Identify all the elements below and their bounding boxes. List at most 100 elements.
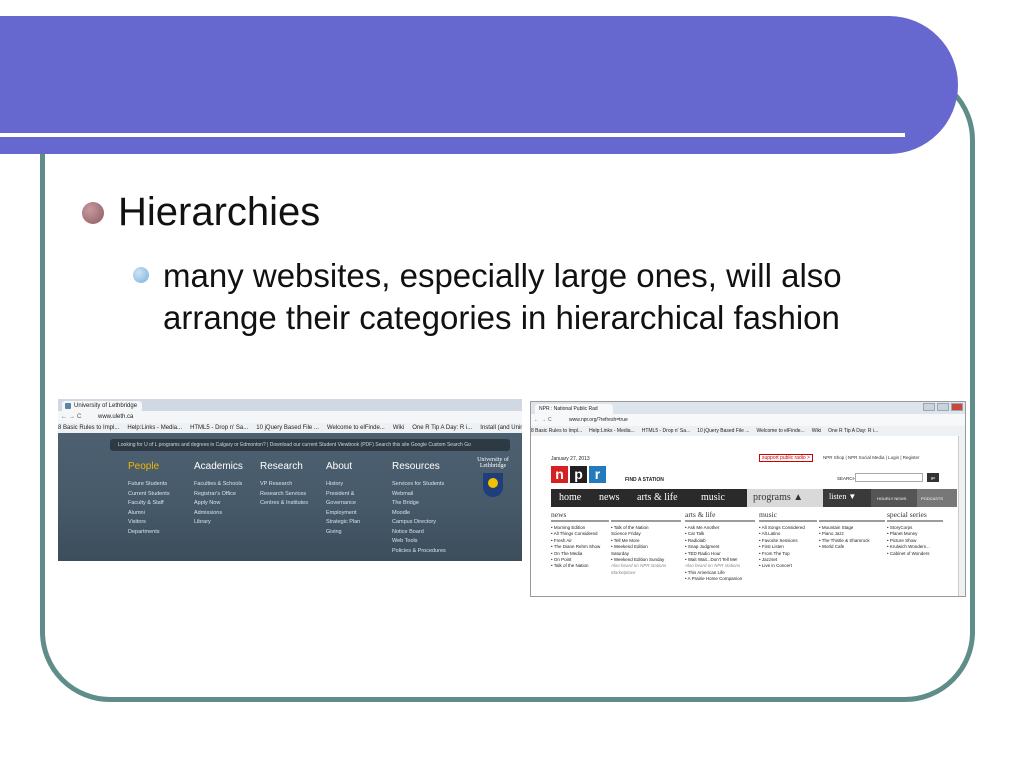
search-label: SEARCH [837,476,856,481]
npr-screenshot: NPR : National Public Rad www.npr.org/?r… [530,401,966,597]
npr-program-link[interactable]: • Talk of the Nation [551,563,609,569]
maximize-icon[interactable] [937,403,949,411]
npr-nav-item[interactable]: HOURLY NEWS [877,496,906,501]
uleth-nav-link[interactable]: Webmail [392,490,446,500]
bookmark-link[interactable]: 10 jQuery Based File ... [256,425,319,431]
npr-nav-item[interactable]: music [701,492,725,503]
npr-section-column: • Mountain Stage • Piano Jazz • The Thistl… [819,510,885,551]
uleth-nav-link[interactable]: Notice Board [392,528,446,538]
uleth-nav-column: Academics Faculties & Schools Registrar's … [194,461,243,528]
npr-program-link[interactable]: • A Prairie Home Companion [685,576,755,582]
npr-nav-item[interactable]: home [559,492,581,503]
browser-tab[interactable]: University of Lethbridge [62,401,142,411]
uleth-nav-link[interactable]: Governance [326,499,360,509]
uleth-nav-link[interactable]: Faculty & Staff [128,499,170,509]
uleth-nav-link[interactable]: Employment [326,509,360,519]
uleth-nav-link[interactable]: Future Students [128,480,170,490]
npr-nav-item[interactable]: arts & life [637,492,678,503]
uleth-nav-link[interactable]: Departments [128,528,170,538]
bookmark-link[interactable]: 8 Basic Rules to Impl... [531,428,582,434]
uleth-search-strip[interactable]: Looking for U of L programs and degrees … [110,439,510,451]
uleth-nav-link[interactable]: Policies & Procedures [392,547,446,557]
scrollbar[interactable] [958,436,965,596]
uleth-nav-link[interactable]: Current Students [128,490,170,500]
browser-tab[interactable]: NPR : National Public Rad [535,404,613,414]
support-link[interactable]: support public radio > [759,454,813,462]
bookmark-link[interactable]: Help:Links - Media... [127,425,182,431]
npr-section-heading[interactable]: arts & life [685,510,755,522]
uleth-nav-heading[interactable]: Academics [194,461,243,472]
npr-program-link[interactable]: • Cabinet of Wonders [887,551,943,557]
go-button[interactable]: go [927,473,939,482]
uleth-nav-link[interactable]: Services for Students [392,480,446,490]
close-icon[interactable] [951,403,963,411]
npr-util-links[interactable]: NPR Shop | NPR Social Media | Login | Re… [823,455,920,460]
uleth-nav-link[interactable]: Campus Directory [392,518,446,528]
npr-section-column: special series • StoryCorps • Planet Money… [887,510,943,557]
npr-program-link[interactable]: Marketplace [611,570,681,576]
banner-divider [0,133,905,137]
bookmark-link[interactable]: HTML5 - Drop n' Sa... [190,425,248,431]
uleth-nav-link[interactable]: The Bridge [392,499,446,509]
bookmark-link[interactable]: HTML5 - Drop n' Sa... [642,428,690,434]
npr-nav-item[interactable]: listen ▼ [829,492,856,501]
address-bar[interactable]: www.uleth.ca [58,411,522,423]
bookmark-link[interactable]: Wiki [393,425,404,431]
sub-bullet-dot-icon [133,267,149,283]
uleth-nav-link[interactable]: Registrar's Office [194,490,243,500]
npr-nav-item[interactable]: news [599,492,620,503]
npr-date: January 27, 2013 [551,456,590,462]
uleth-nav-link[interactable]: Visitors [128,518,170,528]
bookmark-link[interactable]: 8 Basic Rules to Impl... [58,425,119,431]
uleth-nav-link[interactable]: Giving [326,528,360,538]
bookmark-link[interactable]: Wiki [812,428,821,434]
uleth-nav-link[interactable]: VP Research [260,480,308,490]
uleth-nav-heading[interactable]: Research [260,461,308,472]
npr-program-link[interactable]: • World Cafe [819,544,885,550]
npr-nav-item[interactable]: programs ▲ [753,492,803,503]
uleth-nav-heading[interactable]: About [326,461,360,472]
uleth-nav-link[interactable]: Library [194,518,243,528]
uleth-nav-heading[interactable]: Resources [392,461,446,472]
uleth-nav-link[interactable]: Apply Now [194,499,243,509]
minimize-icon[interactable] [923,403,935,411]
bullet-level1: Hierarchies [82,190,320,235]
npr-nav-item[interactable]: PODCASTS [921,496,943,501]
uleth-nav-link[interactable]: Web Tools [392,537,446,547]
bookmark-link[interactable]: One R Tip A Day: R i... [828,428,878,434]
npr-section-heading[interactable] [611,510,681,522]
npr-section-heading[interactable]: music [759,510,817,522]
uleth-nav-heading[interactable]: People [128,461,170,472]
uleth-nav-link[interactable]: President & [326,490,360,500]
npr-logo-letter: n [551,466,568,483]
uleth-nav-link[interactable]: Moodle [392,509,446,519]
uleth-nav-link[interactable]: Strategic Plan [326,518,360,528]
bookmark-link[interactable]: Help:Links - Media... [589,428,635,434]
bookmark-link[interactable]: Install (and Uninstall... [480,425,522,431]
back-forward-icon[interactable]: ←→C [534,414,554,426]
uleth-nav-link[interactable]: Admissions [194,509,243,519]
search-input[interactable] [855,473,923,482]
npr-program-link[interactable]: • Live in Concert [759,563,817,569]
uleth-nav-link[interactable]: History [326,480,360,490]
find-station-link[interactable]: FIND A STATION [625,477,664,483]
bookmark-link[interactable]: 10 jQuery Based File ... [697,428,749,434]
npr-logo[interactable]: npr [551,466,608,483]
npr-section-heading[interactable]: news [551,510,609,522]
browser-tabbar: University of Lethbridge [58,399,522,411]
uleth-nav-link[interactable]: Alumni [128,509,170,519]
bookmarks-bar: 8 Basic Rules to Impl... Help:Links - Med… [531,426,965,436]
uleth-nav-link[interactable]: Research Services [260,490,308,500]
bookmark-link[interactable]: Welcome to elFinde... [756,428,804,434]
npr-page: January 27, 2013 support public radio > … [537,436,957,596]
back-forward-icon[interactable]: ←→C [61,411,83,423]
npr-section-heading[interactable] [819,510,885,522]
bookmark-link[interactable]: Welcome to elFinde... [327,425,385,431]
uleth-nav-link[interactable]: Faculties & Schools [194,480,243,490]
uleth-nav-link[interactable]: Centres & Institutes [260,499,308,509]
bookmark-link[interactable]: One R Tip A Day: R i... [412,425,472,431]
npr-section-heading[interactable]: special series [887,510,943,522]
address-bar[interactable]: www.npr.org/?refresh=true [531,414,965,426]
uleth-logo: University of Lethbridge [468,457,518,497]
bookmarks-bar: 8 Basic Rules to Impl... Help:Links - Med… [58,423,522,433]
